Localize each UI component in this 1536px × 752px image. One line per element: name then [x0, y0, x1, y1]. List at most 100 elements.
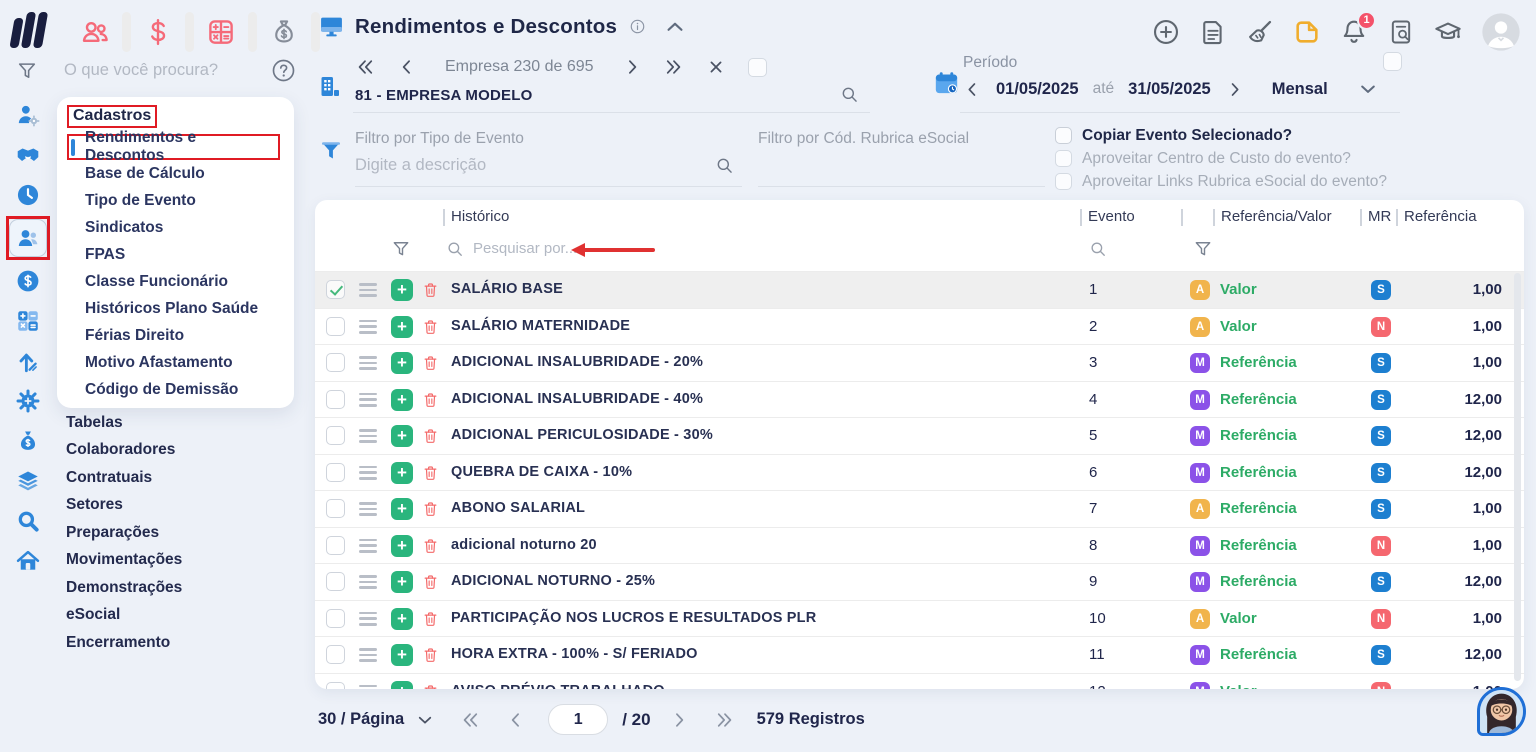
header-checkbox[interactable] — [1383, 52, 1402, 71]
delete-row-icon[interactable] — [422, 463, 439, 483]
sidebar-section-setores[interactable]: Setores — [66, 492, 182, 520]
delete-row-icon[interactable] — [422, 426, 439, 446]
sidebar-section-encerramento[interactable]: Encerramento — [66, 629, 182, 657]
column-referencia[interactable]: Referência — [1404, 208, 1477, 225]
tipo-filter-icon[interactable] — [1193, 239, 1213, 259]
drag-handle-icon[interactable] — [359, 466, 377, 480]
moneybag-icon[interactable] — [15, 428, 41, 454]
submenu-item[interactable]: Sindicatos — [67, 214, 284, 241]
row-checkbox[interactable] — [326, 536, 345, 555]
graduation-cap-icon[interactable] — [1434, 18, 1462, 46]
column-historico[interactable]: Histórico — [451, 208, 509, 225]
add-row-button[interactable]: + — [391, 498, 413, 520]
add-row-button[interactable]: + — [391, 535, 413, 557]
add-row-button[interactable]: + — [391, 571, 413, 593]
checkbox[interactable] — [1055, 150, 1072, 167]
submenu-item[interactable]: Férias Direito — [67, 322, 284, 349]
delete-row-icon[interactable] — [422, 317, 439, 337]
clear-company-icon[interactable] — [706, 57, 726, 77]
calculator-module-icon[interactable] — [206, 17, 236, 47]
delete-row-icon[interactable] — [422, 609, 439, 629]
sidebar-section-tabelas[interactable]: Tabelas — [66, 409, 182, 437]
table-search-input[interactable]: Pesquisar por... — [473, 240, 577, 257]
first-company-button[interactable] — [355, 57, 375, 77]
last-page-button[interactable] — [715, 710, 735, 730]
next-page-button[interactable] — [669, 710, 689, 730]
drag-handle-icon[interactable] — [359, 393, 377, 407]
prev-period-button[interactable] — [963, 80, 982, 99]
submenu-item[interactable]: Rendimentos e Descontos — [67, 134, 280, 160]
gear-icon[interactable] — [15, 388, 41, 414]
next-company-button[interactable] — [622, 57, 642, 77]
menu-group-cadastros[interactable]: Cadastros — [67, 105, 157, 128]
row-checkbox[interactable] — [326, 426, 345, 445]
add-row-button[interactable]: + — [391, 279, 413, 301]
period-start-input[interactable]: 01/05/2025 — [996, 80, 1079, 99]
company-checkbox[interactable] — [748, 58, 767, 77]
table-row[interactable]: + ADICIONAL INSALUBRIDADE - 40% 4 M Refe… — [315, 381, 1524, 418]
sidebar-section-preparações[interactable]: Preparações — [66, 519, 182, 547]
filter-icon[interactable] — [16, 60, 38, 82]
prev-page-button[interactable] — [506, 710, 526, 730]
info-icon[interactable] — [629, 18, 646, 35]
sidebar-section-esocial[interactable]: eSocial — [66, 602, 182, 630]
chevron-down-icon[interactable] — [416, 711, 434, 729]
drag-handle-icon[interactable] — [359, 612, 377, 626]
column-mr[interactable]: MR — [1368, 208, 1391, 225]
company-search-icon[interactable] — [840, 85, 859, 104]
search-input[interactable]: O que você procura? — [64, 61, 218, 80]
row-checkbox[interactable] — [326, 390, 345, 409]
table-row[interactable]: + HORA EXTRA - 100% - S/ FERIADO 11 M Re… — [315, 636, 1524, 673]
row-checkbox[interactable] — [326, 353, 345, 372]
delete-row-icon[interactable] — [422, 572, 439, 592]
table-row[interactable]: + SALÁRIO BASE 1 A Valor S 1,00 — [315, 271, 1524, 308]
add-row-button[interactable]: + — [391, 389, 413, 411]
layers-icon[interactable] — [15, 468, 41, 494]
row-checkbox[interactable] — [326, 280, 345, 299]
delete-row-icon[interactable] — [422, 353, 439, 373]
user-avatar[interactable] — [1481, 12, 1521, 52]
chevron-down-icon[interactable] — [1358, 79, 1378, 99]
checkbox[interactable] — [1055, 127, 1072, 144]
table-row[interactable]: + SALÁRIO MATERNIDADE 2 A Valor N 1,00 — [315, 308, 1524, 345]
add-row-button[interactable]: + — [391, 644, 413, 666]
clock-icon[interactable] — [15, 182, 41, 208]
drag-handle-icon[interactable] — [359, 429, 377, 443]
delete-row-icon[interactable] — [422, 390, 439, 410]
search-icon[interactable] — [715, 156, 734, 175]
moneybag-module-icon[interactable] — [269, 17, 299, 47]
submenu-item[interactable]: Base de Cálculo — [67, 160, 284, 187]
table-row[interactable]: + ADICIONAL INSALUBRIDADE - 20% 3 M Refe… — [315, 344, 1524, 381]
submenu-item[interactable]: Tipo de Evento — [67, 187, 284, 214]
delete-row-icon[interactable] — [422, 682, 439, 690]
user-settings-icon[interactable] — [15, 102, 41, 128]
row-checkbox[interactable] — [326, 317, 345, 336]
next-period-button[interactable] — [1225, 80, 1244, 99]
add-row-button[interactable]: + — [391, 352, 413, 374]
evento-search-icon[interactable] — [1089, 240, 1107, 258]
filter-tipo-evento-input[interactable]: Digite a descrição — [355, 156, 655, 175]
drag-handle-icon[interactable] — [359, 685, 377, 690]
table-row[interactable]: + ADICIONAL NOTURNO - 25% 9 M Referência… — [315, 563, 1524, 600]
sidebar-section-contratuais[interactable]: Contratuais — [66, 464, 182, 492]
submenu-item[interactable]: Classe Funcionário — [67, 268, 284, 295]
delete-row-icon[interactable] — [422, 536, 439, 556]
table-scrollbar[interactable] — [1514, 273, 1521, 681]
finance-icon[interactable] — [15, 268, 41, 294]
table-row[interactable]: + PARTICIPAÇÃO NOS LUCROS E RESULTADOS P… — [315, 600, 1524, 637]
sidebar-section-movimentações[interactable]: Movimentações — [66, 547, 182, 575]
table-row[interactable]: + QUEBRA DE CAIXA - 10% 6 M Referência S… — [315, 454, 1524, 491]
add-row-button[interactable]: + — [391, 462, 413, 484]
row-checkbox[interactable] — [326, 609, 345, 628]
add-row-button[interactable]: + — [391, 608, 413, 630]
handshake-icon[interactable] — [15, 142, 41, 168]
add-row-button[interactable]: + — [391, 316, 413, 338]
row-checkbox[interactable] — [326, 645, 345, 664]
row-checkbox[interactable] — [326, 463, 345, 482]
submenu-item[interactable]: Motivo Afastamento — [67, 349, 284, 376]
add-icon[interactable] — [1152, 18, 1180, 46]
app-logo[interactable] — [12, 10, 56, 48]
first-page-button[interactable] — [460, 710, 480, 730]
submenu-item[interactable]: Código de Demissão — [67, 376, 284, 403]
sidebar-section-colaboradores[interactable]: Colaboradores — [66, 437, 182, 465]
